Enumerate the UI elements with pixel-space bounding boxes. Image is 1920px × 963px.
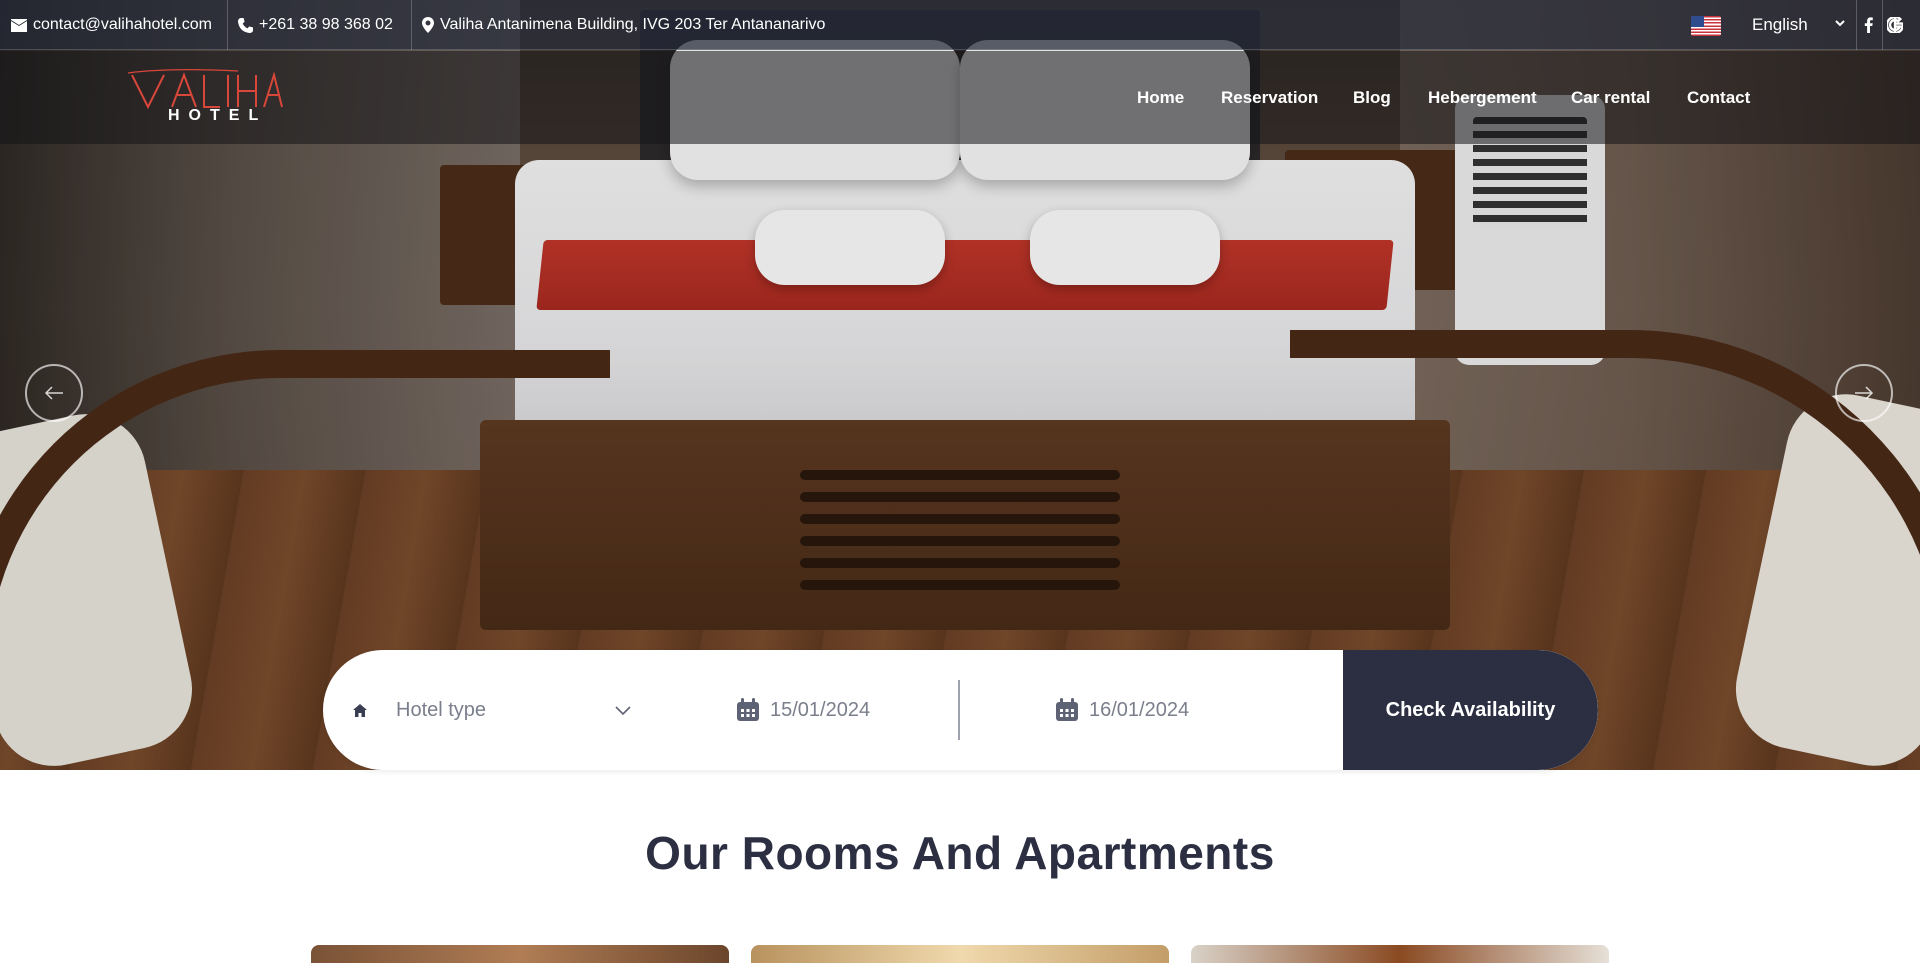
arrow-left-icon xyxy=(44,386,63,400)
hotel-icon xyxy=(353,704,367,717)
check-in-date-input[interactable]: 15/01/2024 xyxy=(770,650,870,770)
address-link[interactable]: Valiha Antanimena Building, IVG 203 Ter … xyxy=(422,0,825,50)
date-divider xyxy=(958,680,960,740)
calendar-icon xyxy=(1056,698,1078,721)
nav-hebergement[interactable]: Hebergement xyxy=(1428,51,1537,144)
slider-next-button[interactable] xyxy=(1835,364,1893,422)
chevron-down-icon[interactable] xyxy=(615,706,631,716)
nav-car-rental[interactable]: Car rental xyxy=(1571,51,1650,144)
facebook-icon xyxy=(1864,17,1873,33)
google-icon xyxy=(1887,17,1903,33)
us-flag-icon[interactable] xyxy=(1691,16,1721,36)
nav-home[interactable]: Home xyxy=(1137,51,1184,144)
facebook-link[interactable] xyxy=(1864,0,1873,50)
room-card[interactable] xyxy=(311,945,729,963)
check-out-date-value: 16/01/2024 xyxy=(1089,698,1190,721)
nav-blog[interactable]: Blog xyxy=(1353,51,1391,144)
envelope-icon xyxy=(11,18,27,32)
main-navbar: HOTEL Home Reservation Blog Hebergement … xyxy=(0,51,1920,144)
room-card[interactable] xyxy=(751,945,1169,963)
check-availability-button[interactable]: Check Availability xyxy=(1343,650,1598,770)
map-pin-icon xyxy=(422,17,434,33)
logo-hotel-text: HOTEL xyxy=(168,107,268,124)
chevron-down-icon[interactable] xyxy=(1835,18,1845,28)
room-card[interactable] xyxy=(1191,945,1609,963)
phone-link[interactable]: +261 38 98 368 02 xyxy=(238,0,393,50)
check-out-date-input[interactable]: 16/01/2024 xyxy=(1089,650,1189,770)
language-select[interactable]: English xyxy=(1752,0,1808,50)
slider-prev-button[interactable] xyxy=(25,364,83,422)
address-text: Valiha Antanimena Building, IVG 203 Ter … xyxy=(440,16,826,33)
section-title: Our Rooms And Apartments xyxy=(645,827,1275,879)
hotel-type-placeholder: Hotel type xyxy=(396,698,487,721)
calendar-icon xyxy=(737,698,759,721)
nav-reservation[interactable]: Reservation xyxy=(1221,51,1318,144)
nav-contact[interactable]: Contact xyxy=(1687,51,1750,144)
hotel-type-select[interactable]: Hotel type xyxy=(396,650,486,770)
email-link[interactable]: contact@valihahotel.com xyxy=(11,0,212,50)
booking-form: Hotel type 15/01/2024 16/01/2024 Check A… xyxy=(323,650,1598,770)
check-in-date-value: 15/01/2024 xyxy=(770,698,871,721)
phone-text: +261 38 98 368 02 xyxy=(259,16,393,33)
arrow-right-icon xyxy=(1855,386,1874,400)
language-label: English xyxy=(1752,15,1808,34)
phone-icon xyxy=(238,17,253,33)
top-info-bar: contact@valihahotel.com +261 38 98 368 0… xyxy=(0,0,1920,50)
email-text: contact@valihahotel.com xyxy=(33,16,212,33)
google-link[interactable] xyxy=(1887,0,1903,50)
